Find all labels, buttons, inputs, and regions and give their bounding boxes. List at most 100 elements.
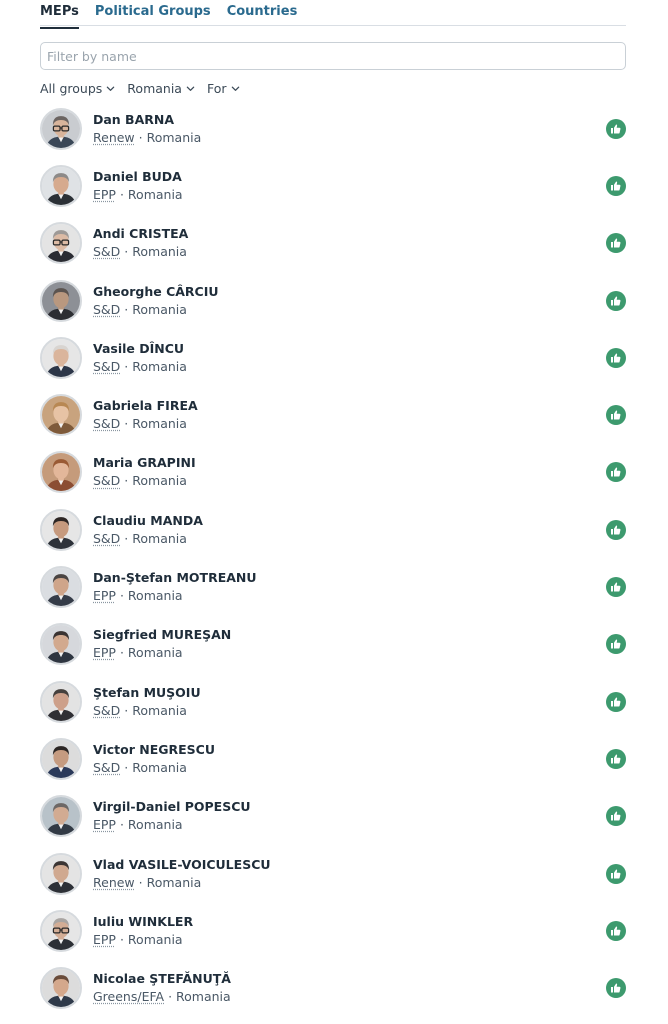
tab-political-groups[interactable]: Political Groups [95, 4, 211, 29]
thumbs-up-icon [606, 748, 626, 769]
country-filter-dropdown[interactable]: Romania [127, 81, 195, 96]
mep-meta: EPP · Romania [93, 817, 251, 833]
name-filter-input[interactable] [40, 42, 626, 70]
mep-row: Gheorghe CÂRCIU S&D · Romania [40, 272, 626, 329]
mep-info: Ştefan MUŞOIU S&D · Romania [93, 685, 201, 719]
mep-row: Victor NEGRESCU S&D · Romania [40, 730, 626, 787]
mep-name[interactable]: Gheorghe CÂRCIU [93, 284, 219, 300]
mep-group[interactable]: S&D [93, 473, 120, 488]
mep-group[interactable]: EPP [93, 932, 116, 947]
thumbs-up-icon [606, 290, 626, 311]
mep-row: Dan-Ştefan MOTREANU EPP · Romania [40, 558, 626, 615]
mep-country: Romania [146, 874, 202, 890]
mep-info: Andi CRISTEA S&D · Romania [93, 226, 188, 260]
mep-name[interactable]: Victor NEGRESCU [93, 742, 215, 758]
mep-info: Vasile DÎNCU S&D · Romania [93, 341, 187, 375]
mep-name[interactable]: Daniel BUDA [93, 169, 183, 185]
mep-name[interactable]: Nicolae ŞTEFĂNUŢĂ [93, 971, 231, 987]
mep-meta: S&D · Romania [93, 760, 215, 776]
mep-avatar [40, 623, 82, 666]
mep-row: Gabriela FIREA S&D · Romania [40, 386, 626, 443]
mep-group[interactable]: Renew [93, 875, 135, 890]
portrait-image [42, 166, 80, 205]
tab-meps[interactable]: MEPs [40, 4, 79, 29]
mep-group[interactable]: S&D [93, 416, 120, 431]
mep-name[interactable]: Andi CRISTEA [93, 226, 188, 242]
mep-group[interactable]: Greens/EFA [93, 989, 164, 1004]
thumbs-up-icon [606, 118, 626, 139]
mep-info: Gheorghe CÂRCIU S&D · Romania [93, 284, 219, 318]
mep-meta: EPP · Romania [93, 187, 183, 203]
mep-avatar [40, 279, 82, 322]
thumbs-up-icon [606, 978, 626, 999]
mep-name[interactable]: Siegfried MUREŞAN [93, 627, 231, 643]
portrait-image [42, 510, 80, 549]
mep-info: Vlad VASILE-VOICULESCU Renew · Romania [93, 857, 271, 891]
mep-info: Dan-Ştefan MOTREANU EPP · Romania [93, 570, 257, 604]
thumbs-up-icon [606, 233, 626, 254]
portrait-image [42, 682, 80, 721]
mep-name[interactable]: Gabriela FIREA [93, 398, 198, 414]
mep-group[interactable]: EPP [93, 588, 116, 603]
mep-name[interactable]: Dan BARNA [93, 112, 201, 128]
mep-name[interactable]: Vasile DÎNCU [93, 341, 187, 357]
mep-avatar [40, 451, 82, 494]
mep-group[interactable]: Renew [93, 130, 135, 145]
portrait-image [42, 568, 80, 607]
mep-name[interactable]: Dan-Ştefan MOTREANU [93, 570, 257, 586]
mep-row: Daniel BUDA EPP · Romania [40, 157, 626, 214]
mep-row: Siegfried MUREŞAN EPP · Romania [40, 616, 626, 673]
mep-group[interactable]: S&D [93, 244, 120, 259]
tab-countries[interactable]: Countries [227, 4, 298, 29]
mep-avatar [40, 107, 82, 150]
mep-info: Victor NEGRESCU S&D · Romania [93, 742, 215, 776]
mep-group[interactable]: EPP [93, 817, 116, 832]
portrait-image [42, 109, 80, 148]
mep-name[interactable]: Virgil-Daniel POPESCU [93, 799, 251, 815]
thumbs-up-icon [606, 863, 626, 884]
mep-meta: Renew · Romania [93, 130, 201, 146]
mep-name[interactable]: Ştefan MUŞOIU [93, 685, 201, 701]
chevron-down-icon [186, 86, 195, 91]
mep-info: Claudiu MANDA S&D · Romania [93, 513, 203, 547]
mep-avatar [40, 508, 82, 551]
thumbs-up-icon [606, 806, 626, 827]
mep-meta: S&D · Romania [93, 244, 188, 260]
mep-group[interactable]: EPP [93, 645, 116, 660]
mep-name[interactable]: Claudiu MANDA [93, 513, 203, 529]
mep-country: Romania [176, 989, 231, 1005]
mep-row: Iuliu WINKLER EPP · Romania [40, 902, 626, 959]
mep-country: Romania [132, 759, 187, 775]
meta-separator: · [138, 874, 147, 890]
mep-info: Daniel BUDA EPP · Romania [93, 169, 183, 203]
portrait-image [42, 739, 80, 778]
portrait-image [42, 969, 80, 1008]
thumbs-up-icon [606, 347, 626, 368]
position-filter-dropdown[interactable]: For [207, 81, 240, 96]
mep-name[interactable]: Iuliu WINKLER [93, 914, 193, 930]
mep-vote-page: MEPs Political Groups Countries All grou… [0, 0, 668, 1024]
thumbs-up-icon [606, 462, 626, 483]
mep-country: Romania [132, 301, 187, 317]
mep-name[interactable]: Maria GRAPINI [93, 455, 196, 471]
mep-info: Nicolae ŞTEFĂNUŢĂ Greens/EFA · Romania [93, 971, 231, 1005]
mep-avatar [40, 336, 82, 379]
group-filter-dropdown[interactable]: All groups [40, 81, 115, 96]
mep-name[interactable]: Vlad VASILE-VOICULESCU [93, 857, 271, 873]
mep-meta: S&D · Romania [93, 473, 196, 489]
mep-row: Virgil-Daniel POPESCU EPP · Romania [40, 788, 626, 845]
portrait-image [42, 281, 80, 320]
mep-group[interactable]: EPP [93, 187, 116, 202]
mep-avatar [40, 909, 82, 952]
meta-separator: · [119, 817, 128, 833]
mep-country: Romania [132, 244, 187, 260]
chevron-down-icon [107, 86, 115, 91]
mep-group[interactable]: S&D [93, 531, 120, 546]
mep-country: Romania [127, 645, 183, 661]
mep-meta: S&D · Romania [93, 531, 203, 547]
mep-group[interactable]: S&D [93, 760, 120, 775]
portrait-image [42, 797, 80, 836]
mep-group[interactable]: S&D [93, 703, 120, 718]
mep-group[interactable]: S&D [93, 359, 120, 374]
mep-group[interactable]: S&D [93, 302, 120, 317]
